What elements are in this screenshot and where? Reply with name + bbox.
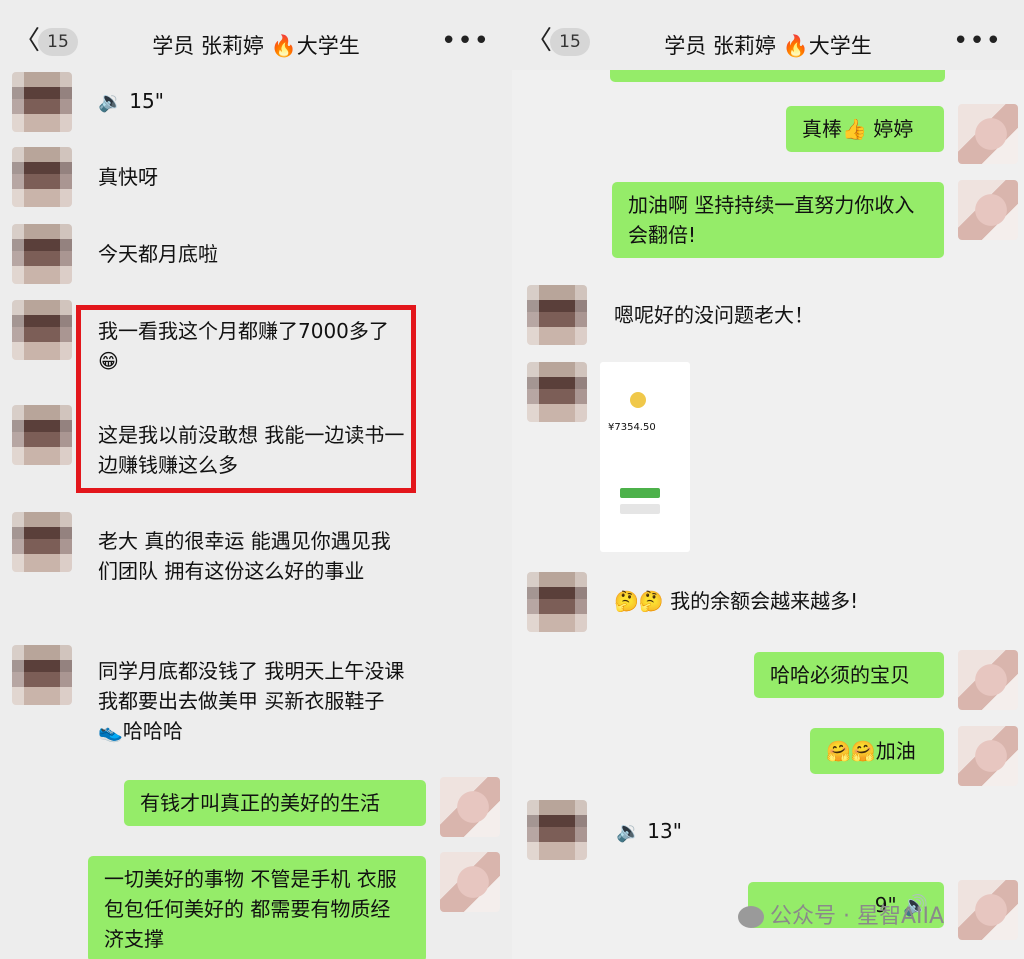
more-options-icon[interactable]: ••• (441, 26, 490, 56)
message-text: 嗯呢好的没问题老大！ (614, 303, 814, 327)
voice-icon: 🔉 (98, 89, 123, 113)
message-text: 同学月底都没钱了 我明天上午没课 我都要出去做美甲 买新衣服鞋子👟哈哈哈 (98, 659, 405, 743)
chat-header: 〈 15 学员 张莉婷 🔥大学生 ••• (512, 0, 1024, 70)
more-options-icon[interactable]: ••• (953, 26, 1002, 56)
contact-avatar[interactable] (12, 405, 72, 465)
sent-message: 🤗🤗加油 (810, 728, 944, 774)
message-text: 🤔🤔 我的余额会越来越多! (614, 589, 859, 613)
my-avatar[interactable] (958, 104, 1018, 164)
message-text: 今天都月底啦 (98, 242, 218, 266)
my-avatar[interactable] (958, 880, 1018, 940)
voice-message[interactable]: 🔉 15" (98, 86, 164, 116)
contact-avatar[interactable] (12, 512, 72, 572)
balance-amount: ¥7354.50 (608, 422, 656, 433)
contact-avatar[interactable] (12, 300, 72, 360)
message-text: 真快呀 (98, 165, 158, 189)
sent-message: 真棒👍 婷婷 (786, 106, 944, 152)
message-text: 这是我以前没敢想 我能一边读书一边赚钱赚这么多 (98, 423, 405, 477)
chat-title: 学员 张莉婷 🔥大学生 (152, 34, 360, 58)
contact-avatar[interactable] (12, 72, 72, 132)
my-avatar[interactable] (958, 180, 1018, 240)
chat-title: 学员 张莉婷 🔥大学生 (664, 34, 872, 58)
green-button (620, 488, 660, 498)
voice-icon: 🔉 (616, 819, 641, 843)
sent-message: 哈哈必须的宝贝 (754, 652, 944, 698)
contact-avatar[interactable] (12, 645, 72, 705)
my-avatar[interactable] (958, 650, 1018, 710)
voice-message[interactable]: 🔉 13" (616, 816, 682, 846)
message-text: 老大 真的很幸运 能遇见你遇见我们团队 拥有这份这么好的事业 (98, 529, 391, 583)
contact-avatar[interactable] (527, 572, 587, 632)
sent-message: 一切美好的事物 不管是手机 衣服 包包任何美好的 都需要有物质经济支撑 (88, 856, 426, 959)
watermark: 公众号 · 星智AIIA (738, 898, 944, 930)
my-avatar[interactable] (958, 726, 1018, 786)
contact-avatar[interactable] (527, 285, 587, 345)
my-avatar[interactable] (440, 852, 500, 912)
right-chat-screen: 〈 15 学员 张莉婷 🔥大学生 ••• 真棒👍 婷婷 加油啊 坚持持续一直努力… (512, 0, 1024, 959)
sent-message: 加油啊 坚持持续一直努力你收入会翻倍! (612, 182, 944, 258)
left-chat-screen: 〈 15 学员 张莉婷 🔥大学生 ••• 🔉 15" 真快呀 今天都月底啦 我一… (0, 0, 512, 959)
grey-button (620, 504, 660, 514)
chat-header: 〈 15 学员 张莉婷 🔥大学生 ••• (0, 0, 512, 70)
contact-avatar[interactable] (12, 147, 72, 207)
contact-avatar[interactable] (12, 224, 72, 284)
my-avatar[interactable] (440, 777, 500, 837)
wechat-icon (738, 906, 764, 928)
contact-avatar[interactable] (527, 800, 587, 860)
coin-icon (630, 392, 646, 408)
sent-message: 有钱才叫真正的美好的生活 (124, 780, 426, 826)
payment-screenshot-image[interactable]: ¥7354.50 (600, 362, 690, 552)
contact-avatar[interactable] (527, 362, 587, 422)
message-text: 我一看我这个月都赚了7000多了😁 (98, 319, 389, 373)
